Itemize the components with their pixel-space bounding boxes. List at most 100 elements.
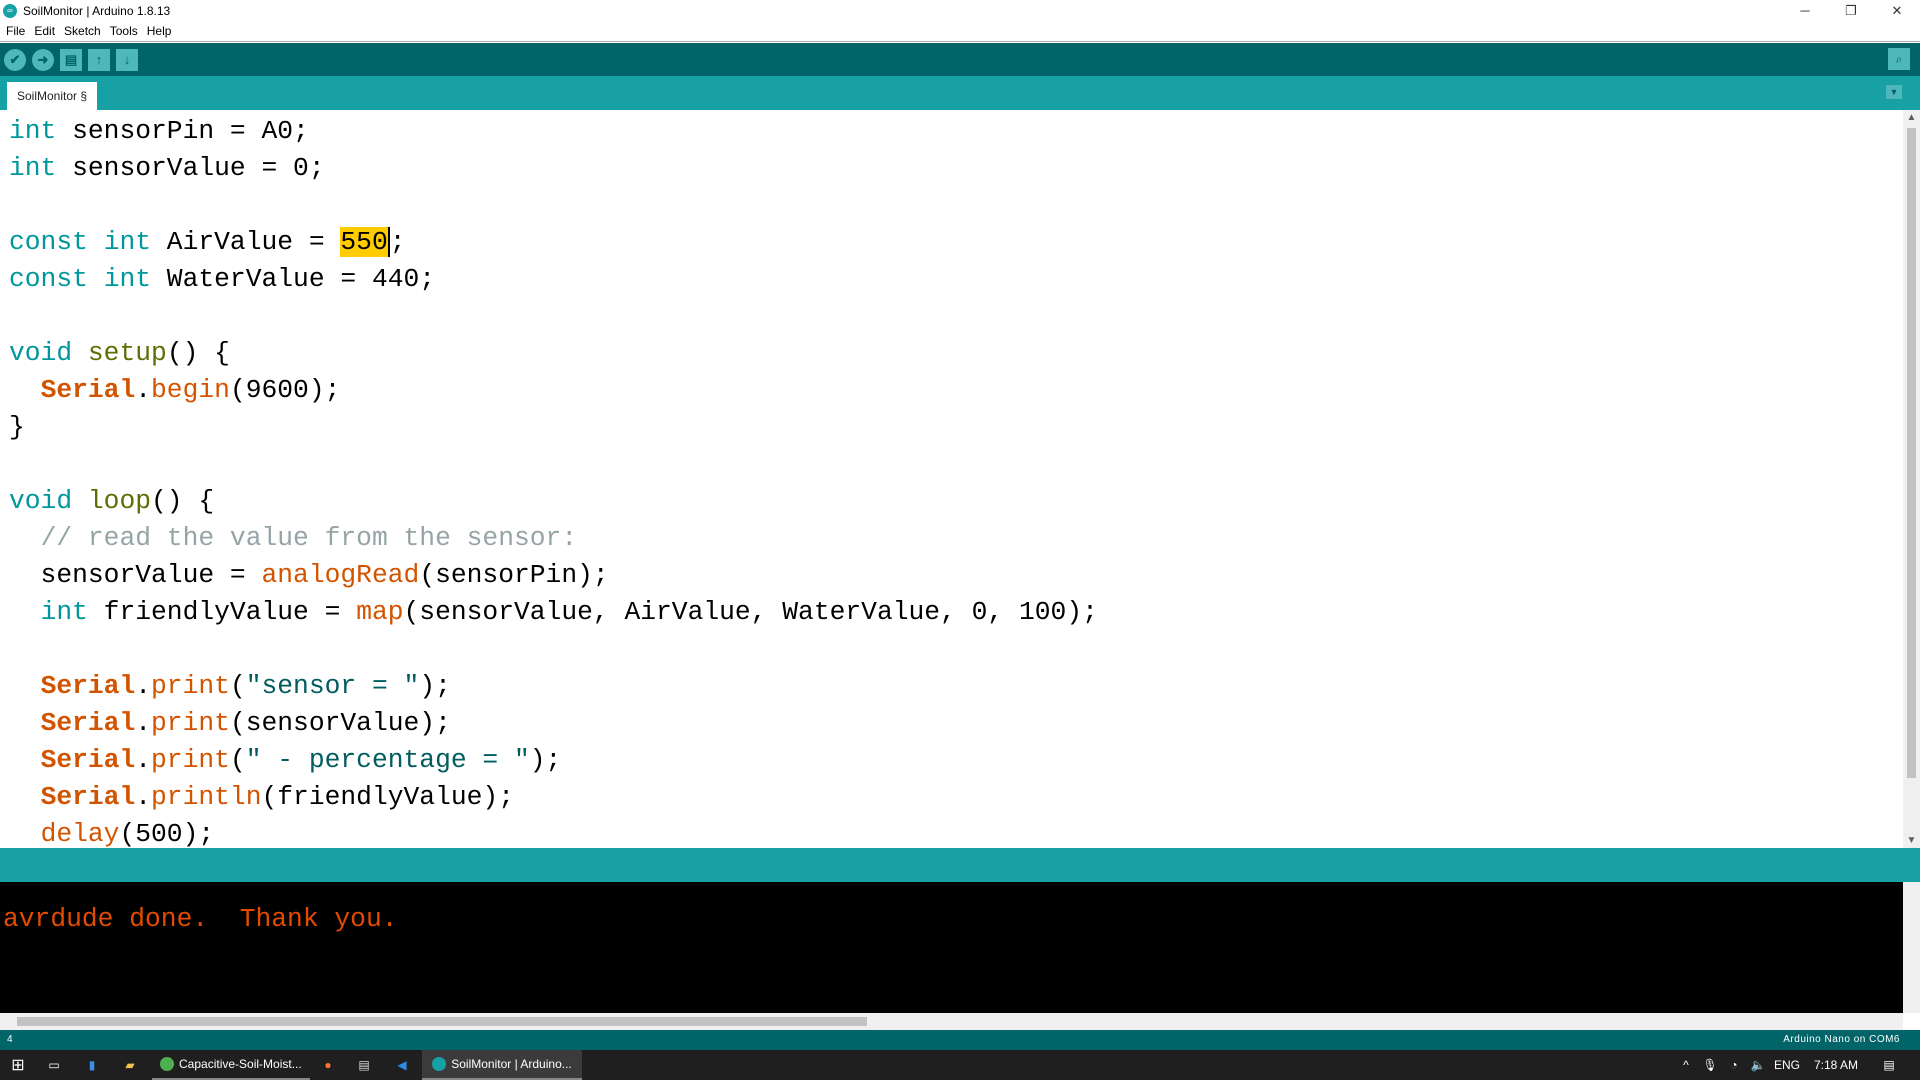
tab-menu-icon[interactable]: ▼ xyxy=(1886,85,1902,99)
network-icon[interactable]: ◔ xyxy=(1724,1050,1744,1080)
taskbar-chrome[interactable]: Capacitive-Soil-Moist... xyxy=(152,1050,310,1080)
code-line: Serial.print("sensor = "); xyxy=(9,668,451,705)
code-line: const int AirValue = 550; xyxy=(9,224,406,261)
minimize-button[interactable]: ─ xyxy=(1782,0,1828,21)
code-line: void setup() { xyxy=(9,335,230,372)
code-token: int xyxy=(103,227,152,257)
console-vertical-scrollbar[interactable] xyxy=(1903,882,1920,1013)
windows-start-icon[interactable]: ⊞ xyxy=(6,1050,30,1080)
code-line: Serial.println(friendlyValue); xyxy=(9,779,514,816)
code-token: const xyxy=(9,227,88,257)
language-indicator[interactable]: ENG xyxy=(1774,1050,1800,1080)
code-line: int friendlyValue = map(sensorValue, Air… xyxy=(9,594,1098,631)
close-button[interactable]: ✕ xyxy=(1874,0,1920,21)
microphone-icon[interactable]: 🎙 xyxy=(1700,1050,1720,1080)
code-line: // read the value from the sensor: xyxy=(9,520,578,557)
menu-tools[interactable]: Tools xyxy=(110,24,138,38)
code-token: (friendlyValue); xyxy=(261,782,515,812)
save-button[interactable]: ↓ xyxy=(116,48,138,71)
code-token: "sensor = " xyxy=(245,671,420,701)
title-bar: ∞ SoilMonitor | Arduino 1.8.13 ─ ❐ ✕ xyxy=(0,0,1920,21)
taskbar-arduino[interactable]: SoilMonitor | Arduino... xyxy=(422,1050,582,1080)
code-token: loop xyxy=(87,486,152,516)
code-token: int xyxy=(9,116,57,146)
code-line: void loop() { xyxy=(9,483,214,520)
code-token: AirValue = xyxy=(151,227,341,257)
scroll-down-icon[interactable]: ▼ xyxy=(1903,835,1920,846)
code-editor[interactable]: int sensorPin = A0; int sensorValue = 0; c… xyxy=(0,110,1903,848)
upload-button[interactable]: ➜ xyxy=(32,48,54,71)
serial-monitor-button[interactable]: ⌕ xyxy=(1888,48,1910,70)
code-token: . xyxy=(135,745,152,775)
code-line: Serial.begin(9600); xyxy=(9,372,341,409)
open-button[interactable]: ↑ xyxy=(88,48,110,71)
app-icon[interactable]: ▮ xyxy=(82,1050,102,1080)
restore-button[interactable]: ❐ xyxy=(1828,0,1874,21)
editor-vertical-scrollbar[interactable]: ▲ ▼ xyxy=(1903,110,1920,848)
console-horizontal-scrollbar[interactable] xyxy=(0,1013,1903,1030)
code-line: Serial.print(" - percentage = "); xyxy=(9,742,562,779)
code-token: Serial xyxy=(40,708,136,738)
code-token: ); xyxy=(529,745,562,775)
tray-chevron-icon[interactable]: ^ xyxy=(1676,1050,1696,1080)
code-token: (500); xyxy=(119,819,215,848)
file-explorer-icon[interactable]: ▰ xyxy=(118,1050,142,1080)
task-view-icon[interactable]: ▭ xyxy=(42,1050,66,1080)
code-token: setup xyxy=(87,338,167,368)
verify-button[interactable]: ✔ xyxy=(4,48,26,71)
menu-sketch[interactable]: Sketch xyxy=(64,24,101,38)
notepad-icon[interactable]: ▤ xyxy=(352,1050,376,1080)
code-token: (sensorValue); xyxy=(229,708,451,738)
code-token: int xyxy=(103,264,152,294)
scrollbar-thumb[interactable] xyxy=(1907,128,1916,778)
clock[interactable]: 7:18 AM xyxy=(1814,1050,1858,1080)
line-number: 4 xyxy=(7,1034,13,1045)
code-token: begin xyxy=(151,375,230,405)
code-token: Serial xyxy=(40,671,136,701)
code-token: . xyxy=(135,671,152,701)
code-token: delay xyxy=(40,819,120,848)
code-token: () { xyxy=(151,486,215,516)
menu-edit[interactable]: Edit xyxy=(34,24,55,38)
code-token: ( xyxy=(229,745,246,775)
menu-help[interactable]: Help xyxy=(147,24,172,38)
menu-file[interactable]: File xyxy=(6,24,25,38)
new-button[interactable]: ▤ xyxy=(60,48,82,71)
code-token: WaterValue = 440; xyxy=(151,264,436,294)
taskbar-app-label: SoilMonitor | Arduino... xyxy=(451,1057,572,1071)
notifications-icon[interactable]: ▤ xyxy=(1878,1050,1900,1080)
toolbar: ✔ ➜ ▤ ↑ ↓ ⌕ xyxy=(0,43,1920,76)
taskbar-app-label: Capacitive-Soil-Moist... xyxy=(179,1057,302,1071)
code-token: " - percentage = " xyxy=(245,745,530,775)
tab-bar: SoilMonitor § ▼ xyxy=(0,76,1920,110)
tab-soilmonitor[interactable]: SoilMonitor § xyxy=(7,82,98,110)
code-line: delay(500); xyxy=(9,816,215,848)
scrollbar-thumb[interactable] xyxy=(17,1017,867,1026)
code-token: (sensorValue, AirValue, WaterValue, 0, 1… xyxy=(403,597,1098,627)
vscode-icon[interactable]: ◀ xyxy=(390,1050,414,1080)
code-line: Serial.print(sensorValue); xyxy=(9,705,451,742)
menu-bar: File Edit Sketch Tools Help xyxy=(0,21,1920,42)
taskbar: ⊞ ▭ ▮ ▰ Capacitive-Soil-Moist... ● ▤ ◀ S… xyxy=(0,1050,1920,1080)
code-token: println xyxy=(151,782,262,812)
code-line: int sensorValue = 0; xyxy=(9,150,325,187)
code-token: . xyxy=(135,375,152,405)
volume-icon[interactable]: 🔈 xyxy=(1748,1050,1768,1080)
code-token: () { xyxy=(166,338,230,368)
code-token: } xyxy=(9,412,25,442)
code-token: Serial xyxy=(40,745,136,775)
code-token: void xyxy=(9,486,73,516)
code-line: const int WaterValue = 440; xyxy=(9,261,435,298)
code-token: Serial xyxy=(40,375,136,405)
chrome-icon xyxy=(160,1057,174,1071)
firefox-icon[interactable]: ● xyxy=(316,1050,340,1080)
code-line: int sensorPin = A0; xyxy=(9,113,309,150)
code-token: ( xyxy=(229,671,246,701)
scroll-up-icon[interactable]: ▲ xyxy=(1903,112,1920,123)
